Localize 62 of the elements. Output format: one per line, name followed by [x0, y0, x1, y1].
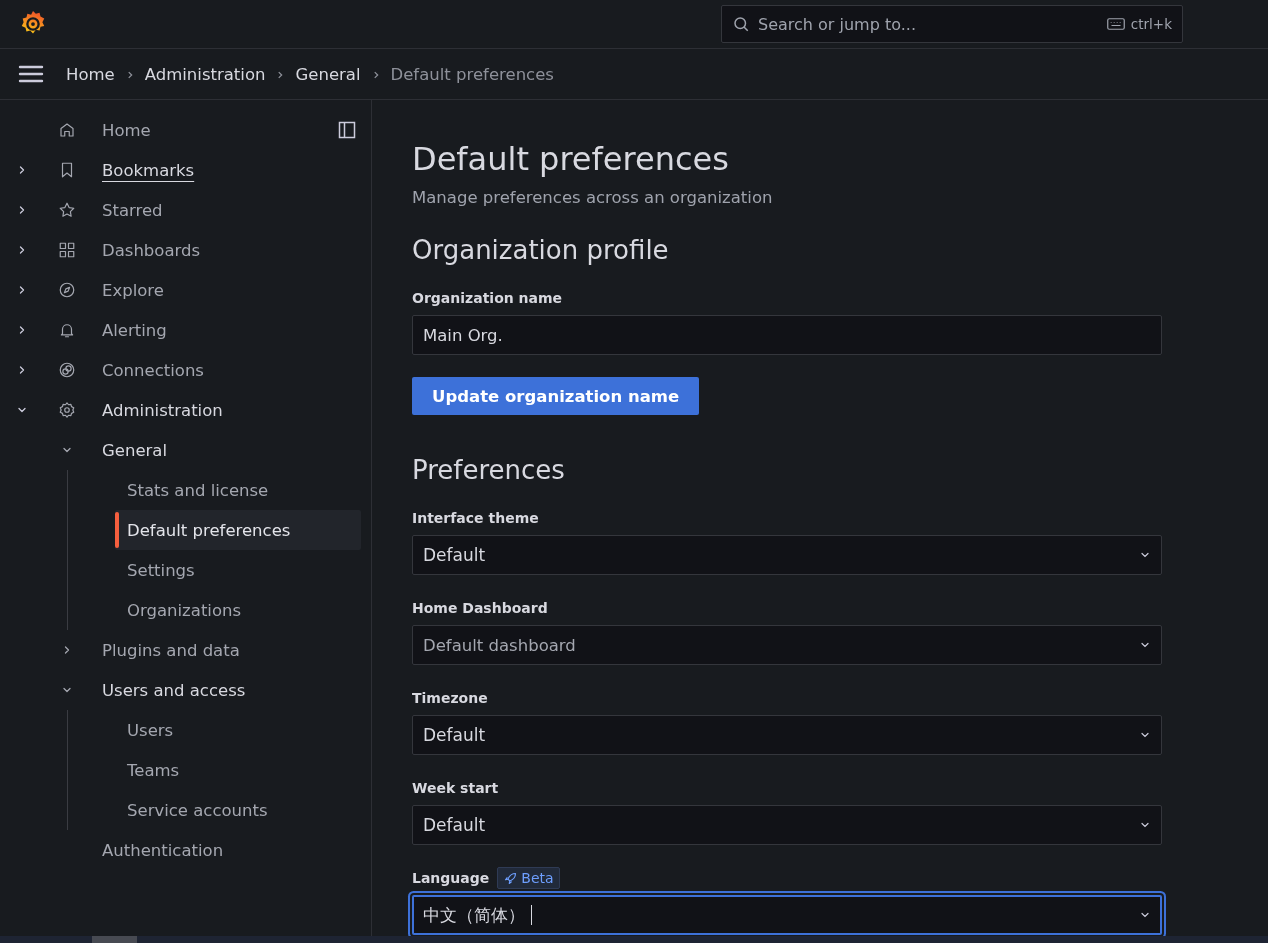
sidebar-item[interactable]: Dashboards: [102, 240, 201, 260]
connections-icon: [58, 361, 76, 379]
field-label: Organization name: [412, 290, 563, 306]
grid-icon: [58, 241, 76, 259]
select-value: Default: [423, 545, 486, 565]
sidebar-item[interactable]: Teams: [115, 750, 361, 790]
search-icon: [732, 15, 750, 33]
field-label: Interface theme: [412, 510, 539, 526]
sidebar-item[interactable]: Stats and license: [115, 470, 361, 510]
star-icon: [58, 201, 76, 219]
breadcrumb-link[interactable]: Administration: [144, 64, 266, 84]
field-label: Language: [412, 870, 490, 886]
field-label: Home Dashboard: [412, 600, 548, 616]
sidebar-item[interactable]: Plugins and data: [102, 640, 240, 660]
select-field[interactable]: Default: [412, 535, 1162, 575]
sidebar-item[interactable]: Service accounts: [115, 790, 361, 830]
select-value: 中文（简体）: [423, 903, 525, 927]
sidebar-item[interactable]: Starred: [102, 200, 163, 220]
update-button[interactable]: Update organization name: [412, 377, 700, 415]
bell-icon: [58, 321, 76, 339]
beta-badge: Beta: [497, 867, 560, 889]
section-heading: Preferences: [412, 455, 566, 485]
sidebar-item[interactable]: Administration: [102, 400, 223, 420]
sidebar-item[interactable]: Organizations: [115, 590, 361, 630]
dock-sidebar-icon[interactable]: [337, 120, 357, 140]
sidebar-item[interactable]: General: [102, 440, 168, 460]
page-subtitle: Manage preferences across an organization: [412, 188, 774, 207]
sidebar-item[interactable]: Alerting: [102, 320, 167, 340]
shortcut-hint: ctrl+k: [1130, 16, 1172, 32]
select-placeholder: Default dashboard: [423, 635, 1139, 655]
text-input[interactable]: Main Org.: [423, 325, 1151, 345]
home-icon: [58, 121, 76, 139]
field-label: Timezone: [412, 690, 488, 706]
sidebar-item[interactable]: Explore: [102, 280, 164, 300]
page-title: Default preferences: [412, 140, 730, 178]
field-label: Week start: [412, 780, 499, 796]
keyboard-icon: [1106, 17, 1125, 31]
input-field[interactable]: Main Org.: [412, 315, 1162, 355]
scrollbar[interactable]: [0, 936, 1268, 943]
gear-icon: [58, 401, 76, 419]
compass-icon: [58, 281, 76, 299]
sidebar-item[interactable]: Users and access: [102, 680, 246, 700]
sidebar-item[interactable]: Connections: [102, 360, 204, 380]
sidebar-item[interactable]: Authentication: [102, 840, 224, 860]
sidebar-item[interactable]: Home: [102, 120, 151, 140]
breadcrumb-link[interactable]: General: [295, 64, 361, 84]
sidebar-item[interactable]: Default preferences: [115, 510, 361, 550]
rocket-icon: [503, 870, 519, 886]
search-field[interactable]: Search or jump to... ctrl+k: [721, 5, 1183, 43]
sidebar-item[interactable]: Users: [115, 710, 361, 750]
breadcrumb-link[interactable]: Home: [66, 64, 115, 84]
select-value: Default: [423, 725, 486, 745]
section-heading: Organization profile: [412, 235, 670, 265]
select-field[interactable]: Default dashboard: [412, 625, 1162, 665]
select-field[interactable]: Default: [412, 715, 1162, 755]
menu-icon[interactable]: [18, 64, 44, 84]
sidebar-item[interactable]: Settings: [115, 550, 361, 590]
breadcrumb-link[interactable]: Default preferences: [390, 64, 554, 84]
search-input[interactable]: Search or jump to...: [758, 14, 1099, 34]
select-field[interactable]: Default: [412, 805, 1162, 845]
sidebar-item[interactable]: Bookmarks: [102, 160, 195, 180]
select-value: Default: [423, 815, 486, 835]
